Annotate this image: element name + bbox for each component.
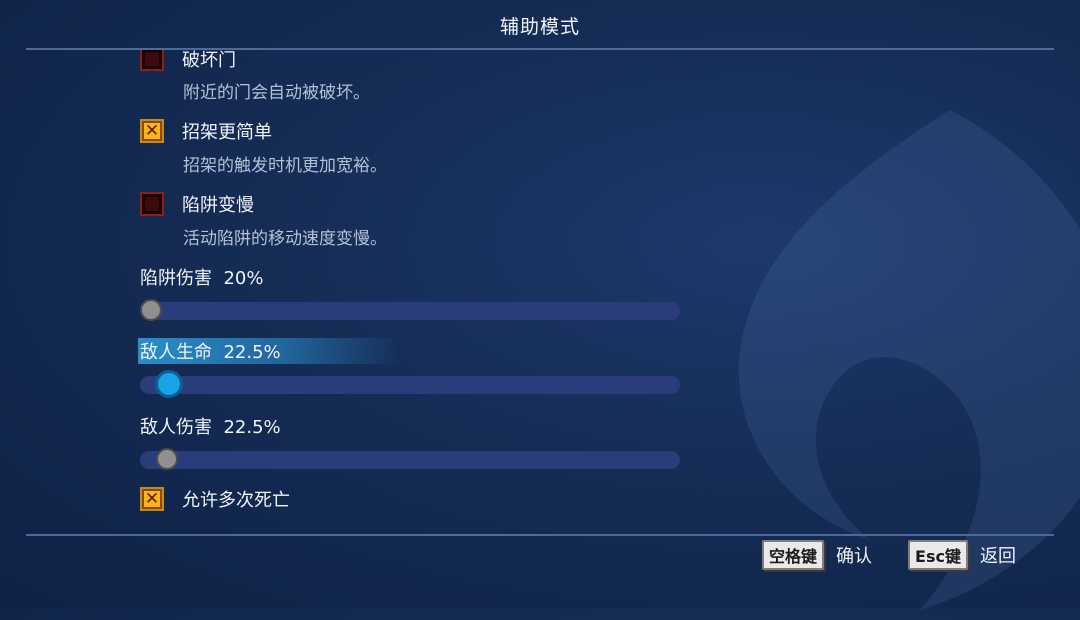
slider-enemy-health[interactable] bbox=[140, 370, 680, 398]
checkbox-easier-parry[interactable]: ✕ bbox=[140, 119, 164, 143]
options-list: 破坏门 附近的门会自动被破坏。 ✕ 招架更简单 招架的触发时机更加宽裕。 陷阱变… bbox=[0, 50, 1080, 534]
slider-enemy-damage[interactable] bbox=[140, 448, 680, 470]
option-description: 招架的触发时机更加宽裕。 bbox=[183, 156, 387, 176]
option-label: 招架更简单 bbox=[182, 122, 272, 143]
checkbox-slower-traps[interactable] bbox=[140, 192, 164, 216]
option-easier-parry[interactable]: ✕ 招架更简单 bbox=[140, 116, 272, 146]
checkbox-multiple-deaths[interactable]: ✕ bbox=[140, 487, 164, 511]
confirm-label: 确认 bbox=[836, 546, 873, 567]
slider-knob[interactable] bbox=[155, 448, 178, 470]
option-description: 活动陷阱的移动速度变慢。 bbox=[183, 229, 387, 249]
footer-divider bbox=[26, 534, 1054, 536]
check-x-icon: ✕ bbox=[144, 120, 160, 141]
slider-label-trap-damage: 陷阱伤害 20% bbox=[140, 268, 264, 289]
slider-label-enemy-health: 敌人生命 22.5% bbox=[138, 338, 401, 364]
esc-key-hint[interactable]: Esc键 bbox=[908, 540, 968, 570]
check-x-icon: ✕ bbox=[144, 488, 160, 509]
option-multiple-deaths[interactable]: ✕ 允许多次死亡 bbox=[140, 484, 290, 514]
option-label: 破坏门 bbox=[182, 50, 236, 71]
slider-knob[interactable] bbox=[155, 370, 184, 398]
slider-knob[interactable] bbox=[140, 299, 162, 321]
footer-controls: 空格键 确认 Esc键 返回 bbox=[762, 540, 1016, 570]
option-description: 附近的门会自动被破坏。 bbox=[183, 83, 370, 103]
option-label: 允许多次死亡 bbox=[182, 490, 290, 511]
slider-trap-damage[interactable] bbox=[140, 299, 680, 321]
space-key-hint[interactable]: 空格键 bbox=[762, 540, 825, 570]
back-label: 返回 bbox=[980, 546, 1016, 567]
option-break-doors[interactable]: 破坏门 bbox=[140, 50, 236, 74]
checkbox-break-doors[interactable] bbox=[140, 50, 164, 71]
page-title: 辅助模式 bbox=[499, 16, 580, 38]
option-slower-traps[interactable]: 陷阱变慢 bbox=[140, 189, 254, 219]
option-label: 陷阱变慢 bbox=[182, 195, 254, 216]
slider-label-enemy-damage: 敌人伤害 22.5% bbox=[140, 417, 281, 438]
